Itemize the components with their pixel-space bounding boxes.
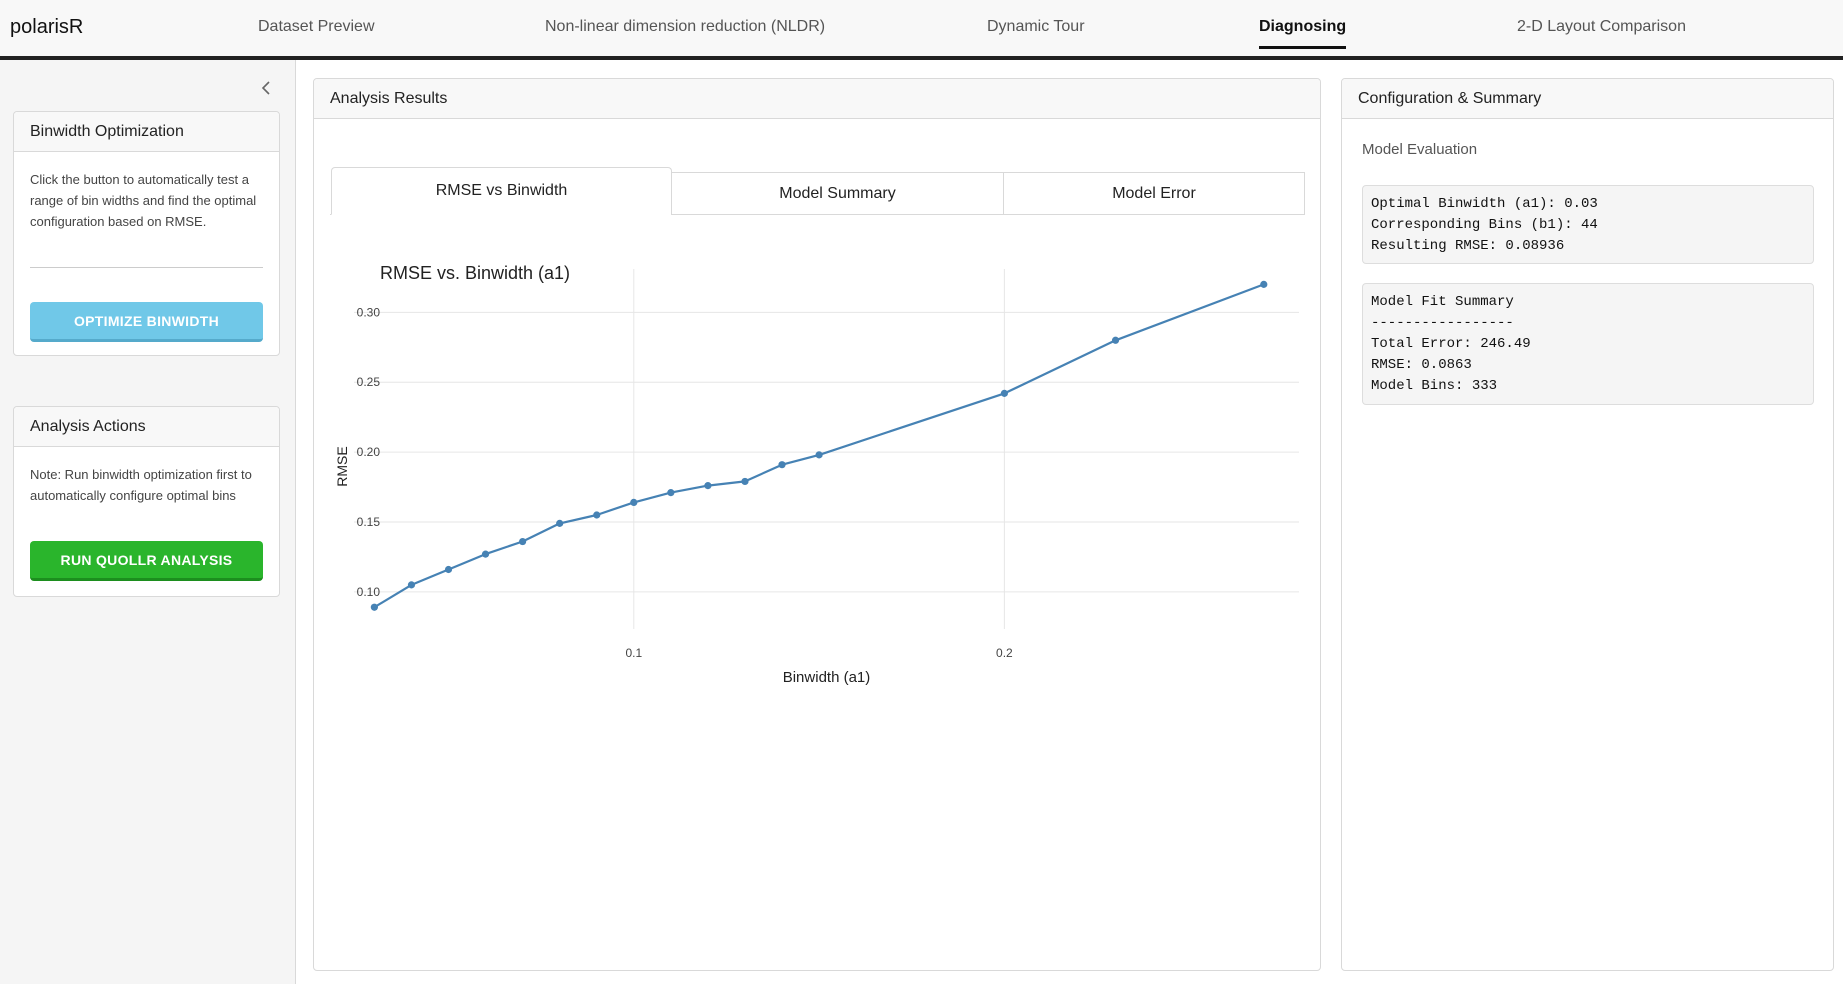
nav-item-nldr[interactable]: Non-linear dimension reduction (NLDR) <box>545 18 825 36</box>
nav-item-dataset-preview[interactable]: Dataset Preview <box>258 18 375 36</box>
x-axis-label: Binwidth (a1) <box>783 669 871 686</box>
data-point <box>741 477 749 486</box>
data-point <box>815 451 823 459</box>
binwidth-card-title: Binwidth Optimization <box>14 112 279 152</box>
fit-summary-rule-line: ----------------- <box>1371 315 1514 331</box>
run-quollr-analysis-button[interactable]: RUN QUOLLR ANALYSIS <box>30 541 263 581</box>
x-tick-label: 0.2 <box>996 646 1013 660</box>
data-point <box>704 482 712 490</box>
data-point <box>519 537 527 546</box>
chart-title: RMSE vs. Binwidth (a1) <box>380 263 570 283</box>
nav-item-layout-comparison[interactable]: 2-D Layout Comparison <box>1517 18 1686 36</box>
binwidth-card-description: Click the button to automatically test a… <box>30 172 257 229</box>
y-tick-label: 0.20 <box>357 445 381 459</box>
data-point <box>667 489 675 497</box>
optimal-binwidth-line: Optimal Binwidth (a1): 0.03 <box>1371 196 1598 212</box>
sidebar: Binwidth Optimization Click the button t… <box>0 60 296 984</box>
binwidth-optimization-card: Binwidth Optimization Click the button t… <box>13 111 280 356</box>
data-point <box>1260 280 1268 288</box>
data-point <box>444 565 453 574</box>
nav-item-dynamic-tour[interactable]: Dynamic Tour <box>987 18 1085 36</box>
app-brand[interactable]: polarisR <box>10 16 83 39</box>
divider <box>30 267 263 268</box>
data-point <box>556 519 564 527</box>
nav-item-diagnosing[interactable]: Diagnosing <box>1259 18 1347 49</box>
top-navbar: polarisR Dataset Preview Non-linear dime… <box>0 0 1843 60</box>
fit-summary-heading-line: Model Fit Summary <box>1371 294 1514 310</box>
model-evaluation-heading: Model Evaluation <box>1362 141 1478 158</box>
data-point <box>593 511 601 519</box>
actions-card-title: Analysis Actions <box>14 407 279 447</box>
data-point <box>1111 336 1120 344</box>
analysis-results-panel: Analysis Results RMSE vs Binwidth Model … <box>313 78 1321 971</box>
y-tick-label: 0.10 <box>357 585 381 599</box>
data-point <box>481 550 490 558</box>
optimal-config-output: Optimal Binwidth (a1): 0.03 Correspondin… <box>1362 185 1814 264</box>
total-error-line: Total Error: 246.49 <box>1371 336 1531 352</box>
analysis-actions-card: Analysis Actions Note: Run binwidth opti… <box>13 406 280 597</box>
chevron-left-icon[interactable] <box>256 76 276 100</box>
y-axis-label: RMSE <box>334 446 350 486</box>
data-point <box>778 461 786 469</box>
data-point <box>630 498 638 507</box>
configuration-summary-title: Configuration & Summary <box>1342 79 1833 119</box>
model-fit-summary-output: Model Fit Summary ----------------- Tota… <box>1362 283 1814 405</box>
rmse-line: RMSE: 0.0863 <box>1371 357 1472 373</box>
y-tick-label: 0.15 <box>357 515 381 529</box>
y-tick-label: 0.30 <box>357 305 381 319</box>
resulting-rmse-line: Resulting RMSE: 0.08936 <box>1371 238 1565 254</box>
corresponding-bins-line: Corresponding Bins (b1): 44 <box>1371 217 1598 233</box>
x-tick-label: 0.1 <box>625 646 642 660</box>
actions-card-note: Note: Run binwidth optimization first to… <box>30 467 252 503</box>
data-point <box>1000 389 1008 397</box>
data-point <box>407 581 416 589</box>
model-bins-line: Model Bins: 333 <box>1371 378 1498 394</box>
optimize-binwidth-button[interactable]: OPTIMIZE BINWIDTH <box>30 302 263 342</box>
rmse-series-line <box>373 283 1265 609</box>
configuration-summary-panel: Configuration & Summary Model Evaluation… <box>1341 78 1834 971</box>
y-tick-label: 0.25 <box>357 375 381 389</box>
rmse-binwidth-chart[interactable]: RMSE vs. Binwidth (a1) 0.10 0.15 0.20 0.25 0.… <box>314 79 1320 970</box>
data-point <box>370 603 378 611</box>
